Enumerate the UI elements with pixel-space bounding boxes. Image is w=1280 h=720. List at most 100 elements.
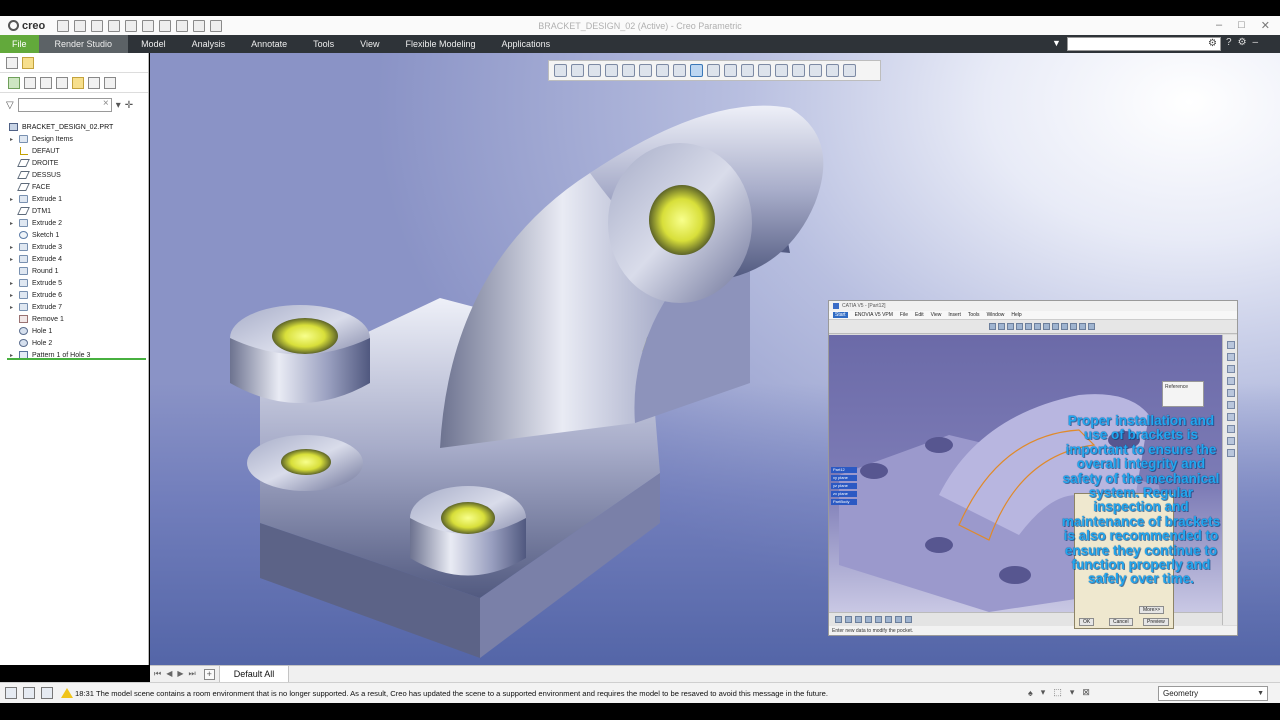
- catia-tool-icon[interactable]: [1226, 377, 1235, 385]
- catia-menu-insert[interactable]: Insert: [948, 312, 961, 318]
- csys-display-icon[interactable]: [792, 64, 805, 77]
- tree-item[interactable]: ▸ Design Items: [0, 133, 148, 145]
- tree-item[interactable]: Round 1: [0, 265, 148, 277]
- model-tree-tab-icon[interactable]: [6, 56, 18, 69]
- expand-arrow-icon[interactable]: ▸: [10, 292, 15, 299]
- maximize-icon[interactable]: □: [1238, 19, 1245, 32]
- saved-orientations-icon[interactable]: [639, 64, 652, 77]
- refit-icon[interactable]: [554, 64, 567, 77]
- customize-toolbar-icon[interactable]: [210, 19, 223, 32]
- catia-tool-icon[interactable]: [1052, 323, 1059, 330]
- browser-toggle-icon[interactable]: [23, 687, 35, 699]
- catia-ok-button[interactable]: OK: [1079, 618, 1095, 626]
- catia-tool-icon[interactable]: [998, 323, 1005, 330]
- catia-tool-icon[interactable]: [1079, 323, 1086, 330]
- tree-item[interactable]: DEFAUT: [0, 145, 148, 157]
- tree-item[interactable]: ▸ Extrude 5: [0, 277, 148, 289]
- catia-tool-icon[interactable]: [1061, 323, 1068, 330]
- undo-icon[interactable]: [125, 19, 138, 32]
- catia-tool-icon[interactable]: [835, 616, 842, 623]
- previous-tab-icon[interactable]: ◀: [166, 669, 172, 679]
- ribbon-collapse-chevron-icon[interactable]: ▼: [1052, 38, 1061, 48]
- catia-tool-icon[interactable]: [1226, 437, 1235, 445]
- show-icon[interactable]: [8, 76, 20, 89]
- redo-icon[interactable]: [142, 19, 155, 32]
- datum-display-icon[interactable]: [707, 64, 720, 77]
- tree-item[interactable]: ▸ Extrude 7: [0, 301, 148, 313]
- selection-filter-select[interactable]: Geometry ▼: [1158, 686, 1268, 701]
- spec-tree-item[interactable]: Part12: [831, 467, 857, 473]
- catia-menu-enovia[interactable]: ENOVIA V5 VPM: [855, 312, 893, 318]
- add-filter-icon[interactable]: ✛: [125, 100, 133, 111]
- settings-icon[interactable]: ⚙: [1238, 37, 1247, 48]
- axis-display-icon[interactable]: [758, 64, 771, 77]
- spec-tree-item[interactable]: PartBody: [831, 499, 857, 505]
- catia-tool-icon[interactable]: [1226, 449, 1235, 457]
- tab-analysis[interactable]: Analysis: [179, 35, 239, 53]
- windows-icon[interactable]: [176, 19, 189, 32]
- tree-filters-icon[interactable]: [56, 76, 68, 89]
- folder-browser-tab-icon[interactable]: [22, 56, 34, 69]
- catia-tool-icon[interactable]: [1016, 323, 1023, 330]
- box-select-icon[interactable]: ⬚: [1053, 687, 1062, 698]
- catia-tool-icon[interactable]: [1007, 323, 1014, 330]
- dropdown-arrow-icon[interactable]: ▾: [1070, 687, 1075, 698]
- help-icon[interactable]: ?: [1226, 37, 1232, 48]
- tree-item[interactable]: Sketch 1: [0, 229, 148, 241]
- clear-search-icon[interactable]: ×: [103, 98, 109, 109]
- tree-item[interactable]: ▸ Extrude 1: [0, 193, 148, 205]
- catia-tool-icon[interactable]: [989, 323, 996, 330]
- catia-tool-icon[interactable]: [1226, 353, 1235, 361]
- tree-search-input[interactable]: ×: [17, 98, 112, 112]
- dropdown-arrow-icon[interactable]: ▾: [116, 100, 121, 111]
- minimize-icon[interactable]: –: [1216, 19, 1222, 32]
- warning-icon[interactable]: [809, 64, 822, 77]
- tab-annotate[interactable]: Annotate: [238, 35, 300, 53]
- catia-tool-icon[interactable]: [1088, 323, 1095, 330]
- catia-menu-tools[interactable]: Tools: [968, 312, 980, 318]
- catia-preview-button[interactable]: Preview: [1143, 618, 1169, 626]
- tree-item[interactable]: Hole 1: [0, 325, 148, 337]
- tree-item[interactable]: Remove 1: [0, 313, 148, 325]
- catia-more-button[interactable]: More>>: [1139, 606, 1165, 614]
- tree-item[interactable]: DTM1: [0, 205, 148, 217]
- tree-item[interactable]: ▸ Extrude 4: [0, 253, 148, 265]
- render-icon[interactable]: [690, 64, 703, 77]
- tab-flexible-modeling[interactable]: Flexible Modeling: [393, 35, 489, 53]
- new-file-icon[interactable]: [57, 19, 70, 32]
- spec-tree-item[interactable]: xy plane: [831, 475, 857, 481]
- tree-item[interactable]: ▸ Extrude 6: [0, 289, 148, 301]
- point-display-icon[interactable]: [775, 64, 788, 77]
- save-icon[interactable]: [91, 19, 104, 32]
- print-icon[interactable]: [108, 19, 121, 32]
- catia-tool-icon[interactable]: [1226, 365, 1235, 373]
- catia-menu-file[interactable]: File: [900, 312, 908, 318]
- catia-menu-start[interactable]: Start: [833, 312, 848, 318]
- catia-cancel-button[interactable]: Cancel: [1109, 618, 1133, 626]
- filter-icon[interactable]: ▽: [6, 100, 14, 111]
- spin-center-icon[interactable]: [741, 64, 754, 77]
- perspective-view-icon[interactable]: [673, 64, 686, 77]
- tree-item[interactable]: ▸ Extrude 2: [0, 217, 148, 229]
- pause-icon[interactable]: [826, 64, 839, 77]
- catia-tool-icon[interactable]: [865, 616, 872, 623]
- catia-tool-icon[interactable]: [1070, 323, 1077, 330]
- expand-arrow-icon[interactable]: ▸: [10, 136, 15, 143]
- insert-here-indicator[interactable]: [7, 358, 146, 360]
- zoom-out-icon[interactable]: [588, 64, 601, 77]
- catia-tool-icon[interactable]: [1034, 323, 1041, 330]
- add-tab-button[interactable]: +: [203, 668, 215, 680]
- catia-tool-icon[interactable]: [1043, 323, 1050, 330]
- toolbar-options-icon[interactable]: [843, 64, 856, 77]
- catia-tool-icon[interactable]: [905, 616, 912, 623]
- catia-tool-icon[interactable]: [845, 616, 852, 623]
- repaint-icon[interactable]: [605, 64, 618, 77]
- spec-tree-item[interactable]: yz plane: [831, 483, 857, 489]
- tree-item[interactable]: DESSUS: [0, 169, 148, 181]
- navigator-toggle-icon[interactable]: [5, 687, 17, 699]
- catia-tool-icon[interactable]: [1226, 413, 1235, 421]
- catia-tool-icon[interactable]: [1226, 401, 1235, 409]
- catia-tool-icon[interactable]: [855, 616, 862, 623]
- regenerate-icon[interactable]: [159, 19, 172, 32]
- close-window-icon[interactable]: [193, 19, 206, 32]
